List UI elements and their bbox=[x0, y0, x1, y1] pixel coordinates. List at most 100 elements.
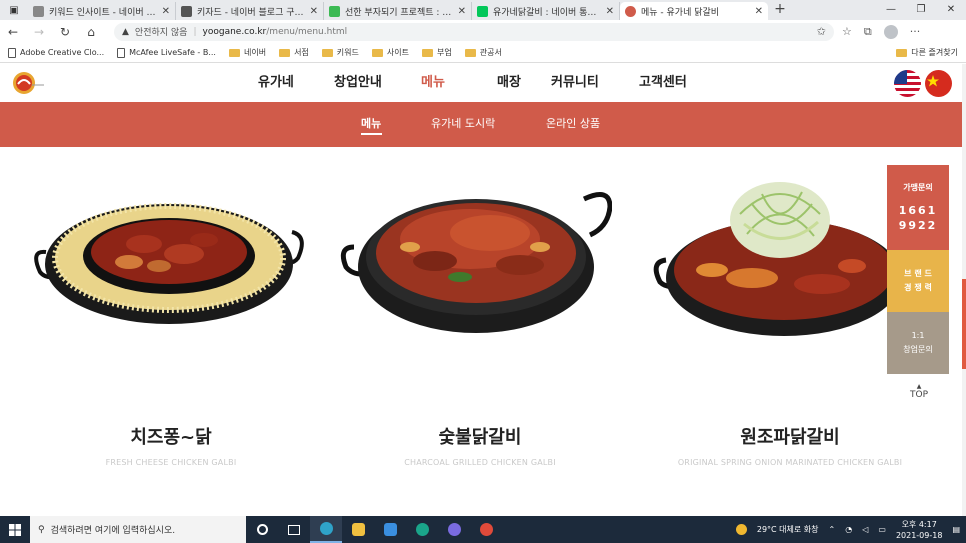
notification-icon[interactable]: ▤ bbox=[952, 525, 960, 534]
bookmark-item[interactable]: Adobe Creative Clo... bbox=[8, 47, 105, 58]
security-status: 안전하지 않음 bbox=[134, 28, 188, 38]
edge-app-icon[interactable] bbox=[310, 516, 342, 543]
tab-close-icon[interactable]: ✕ bbox=[606, 6, 614, 17]
address-separator: | bbox=[193, 26, 197, 37]
chevron-up-icon[interactable]: ⌃ bbox=[829, 525, 836, 534]
bookmark-label: 사이트 bbox=[386, 48, 409, 57]
file-explorer-icon[interactable] bbox=[342, 516, 374, 543]
weather-icon[interactable] bbox=[735, 524, 747, 535]
browser-tab-active[interactable]: 메뉴 - 유가네 닭갈비 ✕ bbox=[620, 2, 768, 20]
network-icon[interactable]: ◔ bbox=[845, 525, 852, 534]
franchise-title: 가맹문의 bbox=[903, 183, 933, 192]
subnav-item-menu[interactable]: 메뉴 bbox=[361, 102, 381, 147]
yoogane-logo[interactable] bbox=[12, 71, 46, 95]
main-navigation: 유가네 창업안내 메뉴 매장 커뮤니티 고객센터 bbox=[258, 64, 719, 102]
web-page: 유가네 창업안내 메뉴 매장 커뮤니티 고객센터 메뉴 유가네 도시락 온라인 … bbox=[0, 64, 962, 516]
home-button[interactable]: ⌂ bbox=[78, 25, 104, 39]
page-scrollbar[interactable] bbox=[962, 64, 966, 516]
tab-close-icon[interactable]: ✕ bbox=[310, 6, 318, 17]
tab-favicon-icon bbox=[477, 5, 488, 17]
search-app-icon[interactable] bbox=[406, 516, 438, 543]
tab-favicon-icon bbox=[181, 5, 192, 17]
consult-label: 1:1 bbox=[911, 331, 925, 340]
nav-item-customer-center[interactable]: 고객센터 bbox=[639, 64, 719, 102]
back-button[interactable]: ← bbox=[0, 25, 26, 39]
volume-icon[interactable]: ◁ bbox=[862, 525, 868, 534]
clock-time: 오후 4:17 bbox=[901, 519, 937, 529]
tab-close-icon[interactable]: ✕ bbox=[755, 6, 763, 17]
profile-avatar[interactable] bbox=[883, 24, 898, 39]
chrome-app-icon[interactable] bbox=[470, 516, 502, 543]
nav-item-store[interactable]: 매장 bbox=[497, 64, 551, 102]
search-placeholder: 검색하려면 여기에 입력하십시오. bbox=[50, 526, 176, 536]
tab-title: 유가네닭갈비 : 네이버 통합검색 bbox=[493, 7, 601, 18]
tab-actions-icon[interactable]: ▣ bbox=[0, 0, 28, 20]
folder-icon bbox=[279, 48, 291, 57]
browser-tab[interactable]: 선한 부자되기 프로젝트 : 네이버 ✕ bbox=[324, 2, 472, 20]
menu-item-name: 치즈퐁~닭 bbox=[130, 427, 212, 448]
subnav-item-online-products[interactable]: 온라인 상품 bbox=[546, 102, 600, 147]
reload-button[interactable]: ↻ bbox=[52, 25, 78, 39]
clock[interactable]: 오후 4:17 2021-09-18 bbox=[896, 519, 943, 541]
forward-button[interactable]: → bbox=[26, 25, 52, 39]
subnav-item-lunchbox[interactable]: 유가네 도시락 bbox=[431, 102, 495, 147]
dish-image-cheese-chicken[interactable] bbox=[34, 192, 304, 331]
clock-date: 2021-09-18 bbox=[895, 530, 943, 540]
browser-tab[interactable]: 키워드 인사이트 - 네이버 키워드 ✕ bbox=[28, 2, 176, 20]
scrollbar-thumb[interactable] bbox=[962, 279, 966, 369]
folder-icon bbox=[896, 48, 908, 57]
bookmark-folder[interactable]: 서점 bbox=[279, 47, 309, 58]
start-button[interactable] bbox=[0, 523, 30, 536]
weather-text[interactable]: 29°C 대체로 화창 bbox=[757, 524, 819, 535]
tab-title: 키워드 인사이트 - 네이버 키워드 bbox=[49, 7, 157, 18]
brand-competitiveness-button[interactable]: 브 랜 드 경 쟁 력 bbox=[887, 250, 949, 312]
browser-tab[interactable]: 유가네닭갈비 : 네이버 통합검색 ✕ bbox=[472, 2, 620, 20]
address-bar[interactable]: ▲ 안전하지 않음 | yoogane.co.kr/menu/menu.html… bbox=[114, 22, 834, 41]
more-menu-icon[interactable]: ··· bbox=[910, 25, 921, 39]
bookmark-label: 다른 즐겨찾기 bbox=[911, 48, 958, 57]
mail-app-icon[interactable] bbox=[374, 516, 406, 543]
browser-tab[interactable]: 키자드 - 네이버 블로그 구글 검색 ✕ bbox=[176, 2, 324, 20]
bookmark-label: Adobe Creative Clo... bbox=[20, 48, 105, 57]
bookmarks-bar: Adobe Creative Clo... McAfee LiveSafe - … bbox=[0, 43, 966, 63]
tab-title: 메뉴 - 유가네 닭갈비 bbox=[641, 7, 720, 18]
tab-favicon-icon bbox=[329, 5, 340, 17]
nav-item-community[interactable]: 커뮤니티 bbox=[551, 64, 639, 102]
phone-number-part: 9922 bbox=[898, 219, 938, 232]
favorite-star-icon[interactable]: ✩ bbox=[817, 25, 826, 38]
close-window-button[interactable]: ✕ bbox=[936, 0, 966, 20]
taskbar-search-box[interactable]: ⚲ 검색하려면 여기에 입력하십시오. bbox=[30, 516, 246, 543]
bookmark-folder[interactable]: 키워드 bbox=[321, 47, 359, 58]
dish-image-spring-onion-chicken[interactable] bbox=[652, 174, 902, 343]
task-view-icon[interactable] bbox=[278, 516, 310, 543]
battery-icon[interactable]: ▭ bbox=[878, 525, 886, 534]
search-icon: ⚲ bbox=[38, 524, 45, 535]
nav-item-startup[interactable]: 창업안내 bbox=[334, 64, 421, 102]
franchise-inquiry-box[interactable]: 가맹문의 1661 9922 bbox=[887, 165, 949, 250]
tab-close-icon[interactable]: ✕ bbox=[162, 6, 170, 17]
messenger-app-icon[interactable] bbox=[438, 516, 470, 543]
new-tab-button[interactable]: + bbox=[768, 0, 792, 20]
bookmark-folder[interactable]: 네이버 bbox=[228, 47, 266, 58]
favorites-icon[interactable]: ☆ bbox=[842, 25, 852, 39]
bookmark-folder[interactable]: 부업 bbox=[421, 47, 452, 58]
nav-item-yoogane[interactable]: 유가네 bbox=[258, 64, 334, 102]
brand-label: 경 쟁 력 bbox=[904, 283, 932, 292]
scroll-top-button[interactable]: ▲ TOP bbox=[904, 383, 934, 400]
bookmark-item[interactable]: McAfee LiveSafe - B... bbox=[117, 47, 216, 58]
other-bookmarks[interactable]: 다른 즐겨찾기 bbox=[896, 47, 958, 58]
cortana-icon[interactable] bbox=[246, 516, 278, 543]
language-selector bbox=[894, 70, 952, 97]
warning-icon[interactable]: ▲ bbox=[122, 27, 129, 37]
bookmark-folder[interactable]: 관공서 bbox=[464, 47, 502, 58]
china-flag-icon[interactable] bbox=[925, 70, 952, 97]
nav-item-menu[interactable]: 메뉴 bbox=[421, 64, 497, 102]
maximize-button[interactable]: ❐ bbox=[906, 0, 936, 20]
dish-image-charcoal-chicken[interactable] bbox=[340, 177, 613, 341]
minimize-button[interactable]: — bbox=[876, 0, 906, 20]
tab-close-icon[interactable]: ✕ bbox=[458, 6, 466, 17]
us-flag-icon[interactable] bbox=[894, 70, 921, 97]
bookmark-folder[interactable]: 사이트 bbox=[371, 47, 409, 58]
startup-consult-button[interactable]: 1:1 창업문의 bbox=[887, 312, 949, 374]
collections-icon[interactable]: ⧉ bbox=[864, 25, 872, 39]
